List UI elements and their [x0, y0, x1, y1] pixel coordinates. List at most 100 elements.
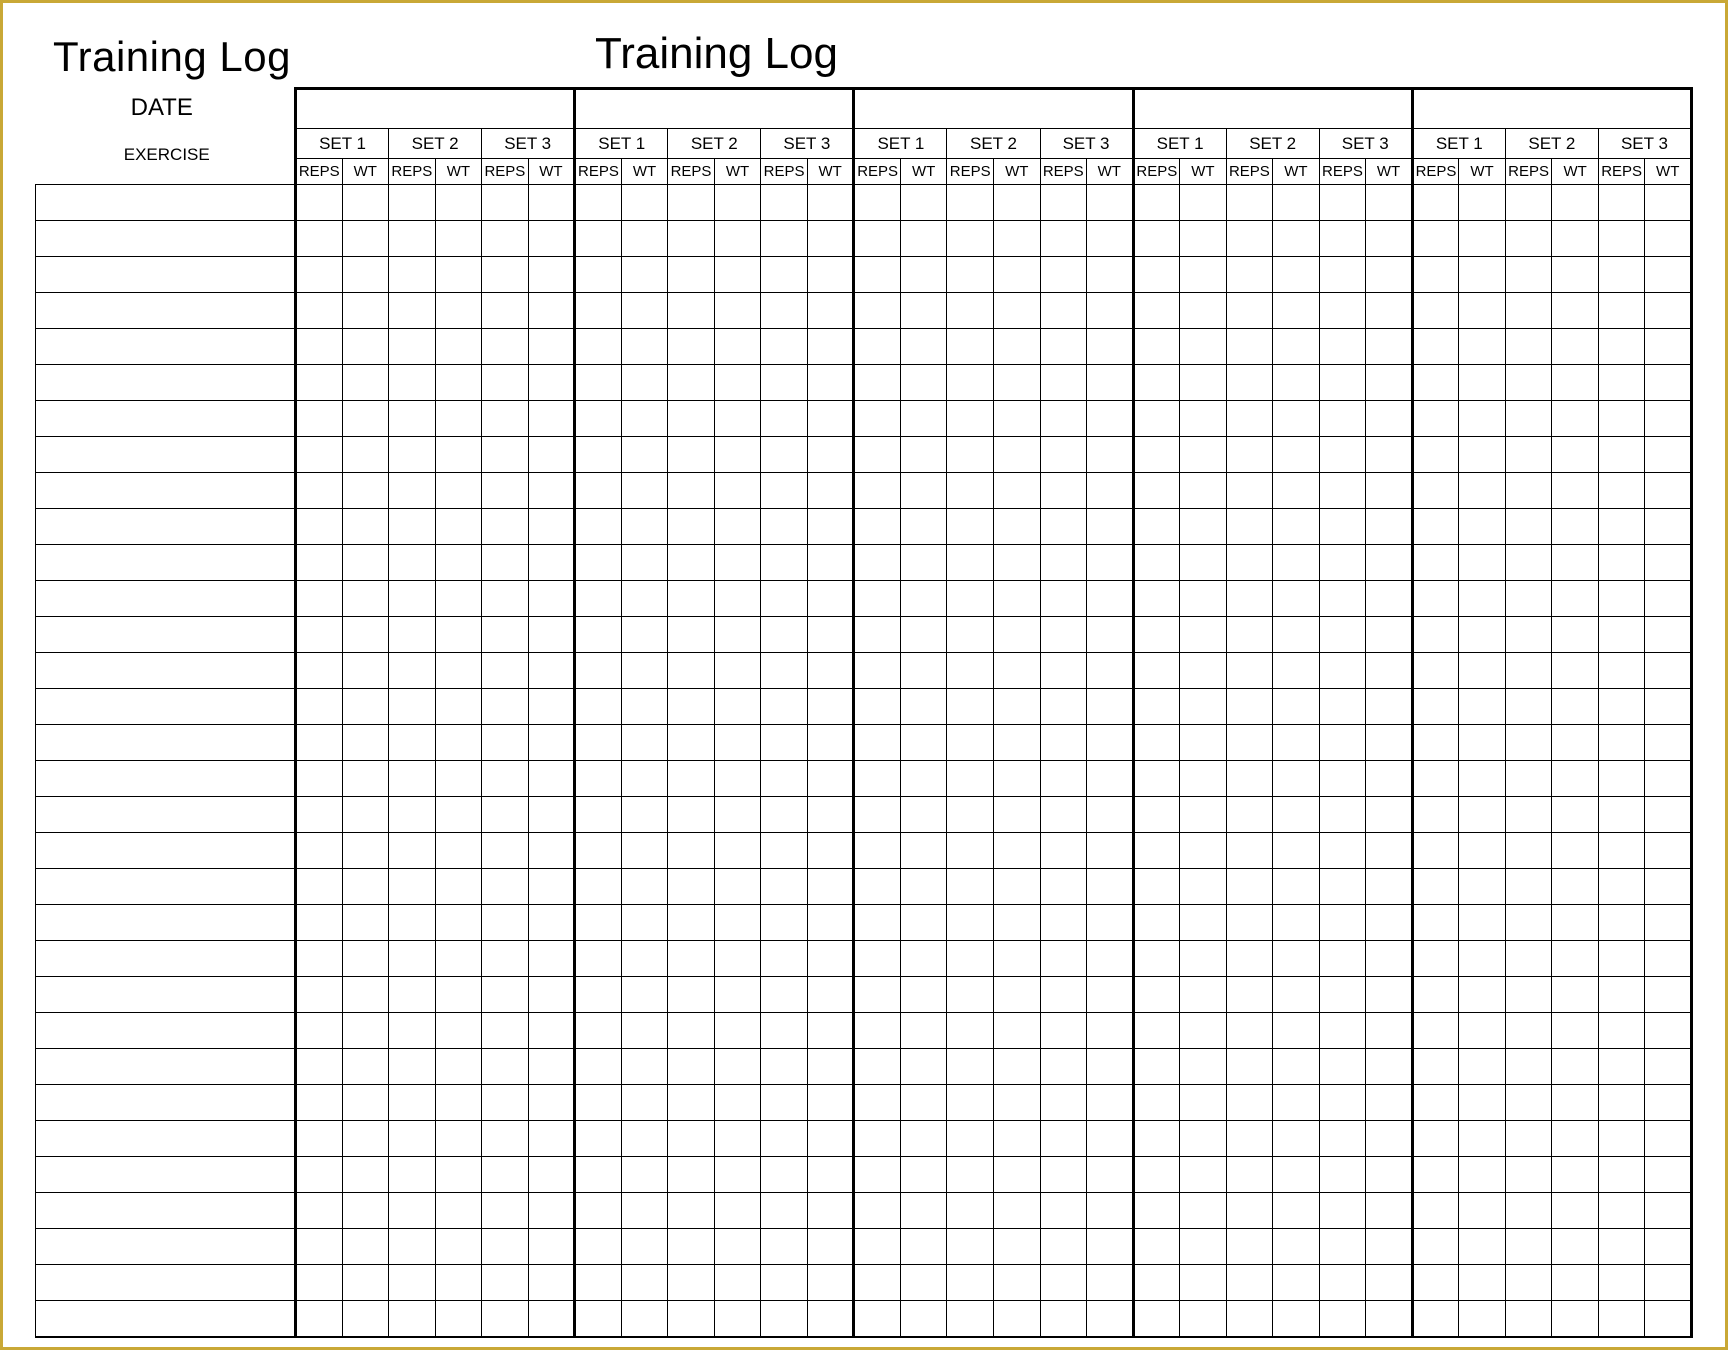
- reps-cell[interactable]: [761, 185, 808, 221]
- reps-cell[interactable]: [854, 1049, 901, 1085]
- exercise-name-cell[interactable]: [36, 473, 296, 509]
- wt-cell[interactable]: [1366, 977, 1413, 1013]
- wt-cell[interactable]: [900, 365, 947, 401]
- wt-cell[interactable]: [807, 761, 854, 797]
- wt-cell[interactable]: [528, 437, 575, 473]
- wt-cell[interactable]: [1273, 869, 1320, 905]
- wt-cell[interactable]: [1552, 941, 1599, 977]
- reps-cell[interactable]: [482, 761, 529, 797]
- wt-cell[interactable]: [1552, 1049, 1599, 1085]
- wt-cell[interactable]: [342, 329, 389, 365]
- wt-cell[interactable]: [807, 1229, 854, 1265]
- wt-cell[interactable]: [342, 1013, 389, 1049]
- reps-cell[interactable]: [947, 185, 994, 221]
- wt-cell[interactable]: [993, 473, 1040, 509]
- wt-cell[interactable]: [807, 365, 854, 401]
- reps-cell[interactable]: [947, 1265, 994, 1301]
- reps-cell[interactable]: [668, 977, 715, 1013]
- reps-cell[interactable]: [1412, 185, 1459, 221]
- wt-cell[interactable]: [1366, 1265, 1413, 1301]
- reps-cell[interactable]: [761, 905, 808, 941]
- wt-cell[interactable]: [1180, 365, 1227, 401]
- reps-cell[interactable]: [1226, 365, 1273, 401]
- wt-cell[interactable]: [1552, 221, 1599, 257]
- wt-cell[interactable]: [1459, 941, 1506, 977]
- reps-cell[interactable]: [482, 869, 529, 905]
- reps-cell[interactable]: [1505, 437, 1552, 473]
- exercise-name-cell[interactable]: [36, 185, 296, 221]
- wt-cell[interactable]: [714, 1013, 761, 1049]
- wt-cell[interactable]: [993, 365, 1040, 401]
- wt-cell[interactable]: [900, 869, 947, 905]
- wt-cell[interactable]: [342, 581, 389, 617]
- exercise-name-cell[interactable]: [36, 401, 296, 437]
- reps-cell[interactable]: [296, 977, 343, 1013]
- reps-cell[interactable]: [482, 1049, 529, 1085]
- wt-cell[interactable]: [1087, 1265, 1134, 1301]
- wt-cell[interactable]: [1087, 221, 1134, 257]
- reps-cell[interactable]: [1040, 1229, 1087, 1265]
- reps-cell[interactable]: [947, 833, 994, 869]
- wt-cell[interactable]: [1645, 689, 1692, 725]
- reps-cell[interactable]: [1133, 1301, 1180, 1337]
- wt-cell[interactable]: [714, 1193, 761, 1229]
- reps-cell[interactable]: [854, 1121, 901, 1157]
- wt-cell[interactable]: [435, 1301, 482, 1337]
- wt-cell[interactable]: [1180, 833, 1227, 869]
- reps-cell[interactable]: [1133, 689, 1180, 725]
- reps-cell[interactable]: [1412, 869, 1459, 905]
- reps-cell[interactable]: [389, 977, 436, 1013]
- wt-cell[interactable]: [900, 761, 947, 797]
- reps-cell[interactable]: [854, 293, 901, 329]
- reps-cell[interactable]: [947, 1301, 994, 1337]
- wt-cell[interactable]: [1552, 689, 1599, 725]
- reps-cell[interactable]: [761, 1049, 808, 1085]
- wt-cell[interactable]: [1645, 977, 1692, 1013]
- wt-cell[interactable]: [714, 869, 761, 905]
- reps-cell[interactable]: [668, 653, 715, 689]
- reps-cell[interactable]: [947, 1157, 994, 1193]
- reps-cell[interactable]: [854, 761, 901, 797]
- reps-cell[interactable]: [761, 725, 808, 761]
- wt-cell[interactable]: [1273, 365, 1320, 401]
- reps-cell[interactable]: [296, 653, 343, 689]
- wt-cell[interactable]: [807, 617, 854, 653]
- reps-cell[interactable]: [1505, 797, 1552, 833]
- reps-cell[interactable]: [1319, 797, 1366, 833]
- reps-cell[interactable]: [761, 653, 808, 689]
- reps-cell[interactable]: [1598, 581, 1645, 617]
- wt-cell[interactable]: [342, 1229, 389, 1265]
- wt-cell[interactable]: [1273, 293, 1320, 329]
- reps-cell[interactable]: [1133, 401, 1180, 437]
- reps-cell[interactable]: [1133, 977, 1180, 1013]
- wt-cell[interactable]: [435, 1121, 482, 1157]
- wt-cell[interactable]: [900, 581, 947, 617]
- wt-cell[interactable]: [621, 1121, 668, 1157]
- wt-cell[interactable]: [621, 1193, 668, 1229]
- reps-cell[interactable]: [1412, 1049, 1459, 1085]
- wt-cell[interactable]: [621, 833, 668, 869]
- exercise-name-cell[interactable]: [36, 905, 296, 941]
- wt-cell[interactable]: [807, 293, 854, 329]
- reps-cell[interactable]: [389, 437, 436, 473]
- reps-cell[interactable]: [761, 509, 808, 545]
- reps-cell[interactable]: [575, 1085, 622, 1121]
- reps-cell[interactable]: [761, 941, 808, 977]
- exercise-name-cell[interactable]: [36, 437, 296, 473]
- reps-cell[interactable]: [389, 833, 436, 869]
- reps-cell[interactable]: [1226, 545, 1273, 581]
- wt-cell[interactable]: [342, 833, 389, 869]
- wt-cell[interactable]: [1180, 1085, 1227, 1121]
- wt-cell[interactable]: [1459, 1301, 1506, 1337]
- reps-cell[interactable]: [1505, 545, 1552, 581]
- reps-cell[interactable]: [1412, 581, 1459, 617]
- wt-cell[interactable]: [1180, 257, 1227, 293]
- reps-cell[interactable]: [1598, 329, 1645, 365]
- wt-cell[interactable]: [435, 1049, 482, 1085]
- reps-cell[interactable]: [296, 1013, 343, 1049]
- wt-cell[interactable]: [1180, 689, 1227, 725]
- wt-cell[interactable]: [1552, 1085, 1599, 1121]
- reps-cell[interactable]: [575, 1121, 622, 1157]
- wt-cell[interactable]: [1552, 365, 1599, 401]
- wt-cell[interactable]: [1552, 473, 1599, 509]
